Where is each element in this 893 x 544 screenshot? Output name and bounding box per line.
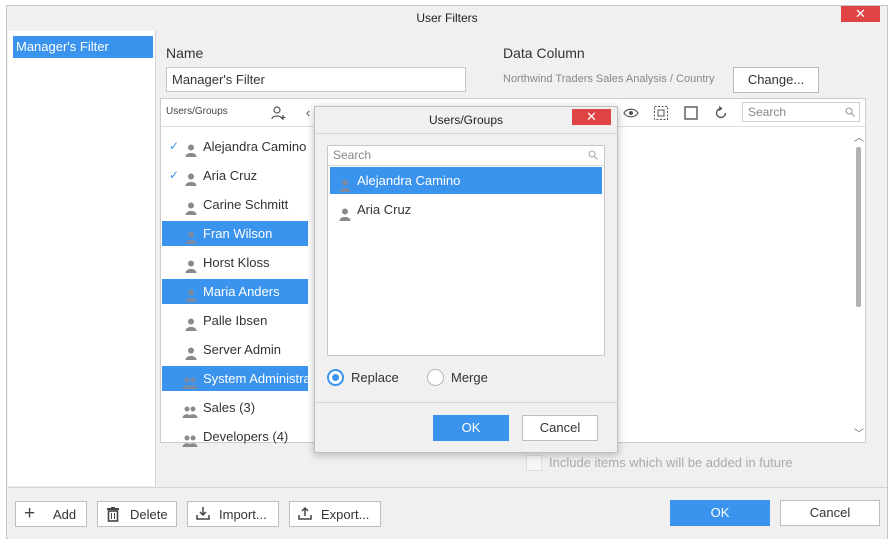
dialog-list-item-label: Alejandra Camino: [357, 173, 461, 188]
checkbox-icon[interactable]: [683, 105, 699, 121]
ok-button[interactable]: OK: [670, 500, 770, 526]
eye-icon[interactable]: [623, 105, 639, 121]
user-icon: [185, 198, 197, 223]
window-title: User Filters: [416, 11, 478, 25]
user-icon: [185, 227, 197, 252]
import-icon: [196, 507, 210, 520]
user-icon: [185, 256, 197, 281]
list-item-label: Fran Wilson: [203, 226, 273, 241]
data-column-label: Data Column: [503, 45, 585, 61]
users-search-input[interactable]: Search: [742, 102, 860, 122]
dialog-close-button[interactable]: ✕: [572, 109, 611, 125]
list-item[interactable]: ✓ Aria Cruz: [162, 163, 308, 188]
group-icon: [182, 372, 198, 397]
user-icon: [185, 140, 197, 165]
add-button[interactable]: + Add: [15, 501, 87, 527]
name-input[interactable]: Manager's Filter: [166, 67, 466, 92]
scroll-down-icon[interactable]: ﹀: [851, 427, 867, 443]
replace-label: Replace: [351, 370, 399, 385]
list-item[interactable]: Carine Schmitt: [162, 192, 308, 217]
data-column-value: Northwind Traders Sales Analysis / Count…: [503, 73, 715, 85]
list-item-label: Horst Kloss: [203, 255, 270, 270]
export-icon: [298, 506, 312, 520]
list-item[interactable]: Palle Ibsen: [162, 308, 308, 333]
add-button-label: Add: [53, 507, 77, 522]
window-close-button[interactable]: ✕: [841, 6, 880, 22]
trash-icon: [107, 507, 119, 522]
users-groups-header: Users/Groups: [166, 106, 228, 117]
list-item-label: Server Admin: [203, 342, 282, 357]
list-item[interactable]: ✓ Alejandra Camino: [162, 134, 308, 159]
list-item-label: Palle Ibsen: [203, 313, 268, 328]
dialog-list-item[interactable]: Alejandra Camino: [330, 167, 602, 194]
users-groups-dialog: Users/Groups ✕ Search Alejandra Camino Ar…: [314, 106, 618, 453]
list-item[interactable]: Server Admin: [162, 337, 308, 362]
group-icon: [182, 430, 198, 455]
user-icon: [185, 285, 197, 310]
list-item-label: Developers (4): [203, 429, 289, 444]
list-item-label: Carine Schmitt: [203, 197, 289, 212]
list-item-label: Sales (3): [203, 400, 256, 415]
include-future-checkbox[interactable]: [526, 455, 542, 471]
group-icon: [182, 401, 198, 426]
footer-bar: + Add Delete Import... Export... OK Canc…: [8, 487, 887, 539]
user-icon: [339, 203, 351, 230]
import-button[interactable]: Import...: [187, 501, 279, 527]
scroll-up-icon[interactable]: ︿: [851, 131, 867, 147]
cancel-button[interactable]: Cancel: [780, 500, 880, 526]
list-item-label: System Administra: [203, 371, 311, 386]
delete-button[interactable]: Delete: [97, 501, 177, 527]
merge-radio[interactable]: [427, 369, 444, 386]
replace-radio[interactable]: [327, 369, 344, 386]
list-item-label: Aria Cruz: [203, 168, 258, 183]
change-button[interactable]: Change...: [733, 67, 819, 93]
dialog-list-item-label: Aria Cruz: [357, 202, 412, 217]
user-icon: [185, 169, 197, 194]
list-item[interactable]: System Administra: [162, 366, 311, 391]
dialog-ok-button[interactable]: OK: [433, 415, 509, 441]
delete-button-label: Delete: [130, 507, 168, 522]
sidebar-item-managers-filter[interactable]: Manager's Filter: [13, 36, 153, 58]
search-icon: [845, 107, 855, 117]
users-search-placeholder: Search: [748, 105, 787, 119]
plus-icon: +: [24, 503, 36, 524]
search-icon: [588, 150, 598, 160]
scrollbar-thumb[interactable]: [856, 147, 861, 307]
checkmark-icon: ✓: [168, 139, 180, 153]
checkmark-icon: ✓: [168, 168, 180, 182]
import-button-label: Import...: [219, 507, 267, 522]
filter-list-sidebar: Manager's Filter: [8, 31, 156, 486]
close-icon: ✕: [855, 6, 866, 21]
user-icon: [185, 343, 197, 368]
name-label: Name: [166, 45, 204, 61]
list-item[interactable]: Horst Kloss: [162, 250, 308, 275]
refresh-icon[interactable]: [713, 105, 729, 121]
divider: [315, 133, 617, 134]
dialog-cancel-button[interactable]: Cancel: [522, 415, 598, 441]
list-item[interactable]: Sales (3): [162, 395, 308, 420]
list-item[interactable]: Maria Anders: [162, 279, 308, 304]
export-button-label: Export...: [321, 507, 370, 522]
divider: [315, 402, 617, 403]
dialog-list-item[interactable]: Aria Cruz: [330, 196, 602, 223]
merge-label: Merge: [451, 370, 488, 385]
list-item-label: Maria Anders: [203, 284, 280, 299]
include-future-label: Include items which will be added in fut…: [549, 455, 793, 470]
dialog-user-list: Search Alejandra Camino Aria Cruz: [327, 145, 605, 356]
dialog-search-input[interactable]: Search: [328, 146, 604, 166]
export-button[interactable]: Export...: [289, 501, 381, 527]
list-item[interactable]: Fran Wilson: [162, 221, 308, 246]
close-icon: ✕: [586, 109, 597, 124]
dialog-search-placeholder: Search: [333, 148, 372, 162]
user-icon: [185, 314, 197, 339]
add-user-icon[interactable]: [271, 105, 287, 121]
list-item-label: Alejandra Camino: [203, 139, 307, 154]
list-item[interactable]: Developers (4): [162, 424, 308, 449]
select-all-icon[interactable]: [653, 105, 669, 121]
